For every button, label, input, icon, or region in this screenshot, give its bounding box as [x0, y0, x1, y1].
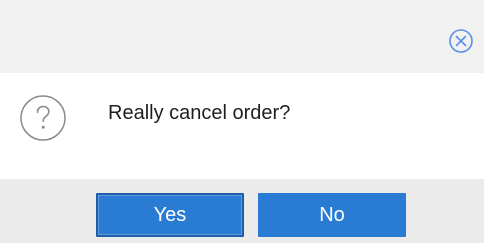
dialog-content: Really cancel order? [0, 73, 484, 179]
no-button[interactable]: No [258, 193, 406, 237]
dialog-message: Really cancel order? [108, 102, 291, 124]
yes-button[interactable]: Yes [96, 193, 244, 237]
close-icon [449, 29, 473, 53]
dialog-footer: Yes No [0, 179, 484, 243]
close-button[interactable] [444, 24, 478, 58]
dialog-title-bar [0, 0, 484, 73]
confirm-dialog: Really cancel order? Yes No [0, 0, 484, 243]
question-icon [20, 95, 66, 141]
